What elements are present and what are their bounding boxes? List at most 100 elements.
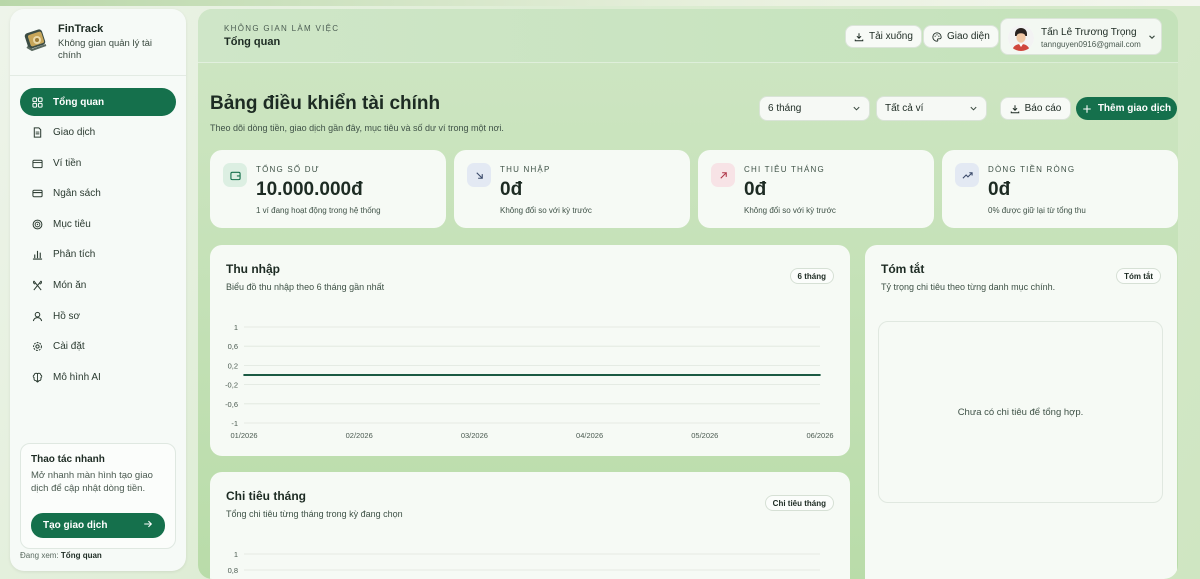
download-icon — [854, 32, 864, 41]
add-transaction-button[interactable]: Thêm giao dịch — [1076, 97, 1177, 120]
utensils-icon — [31, 280, 43, 292]
sidebar-item-label: Cài đặt — [53, 341, 85, 353]
stat-card-total-balance: TỔNG SỐ DƯ 10.000.000đ 1 ví đang hoạt độ… — [210, 150, 446, 228]
user-menu[interactable]: Tấn Lê Trương Trọng tannguyen0916@gmail.… — [1000, 18, 1162, 55]
stat-card-monthly-expense: CHI TIÊU THÁNG 0đ Không đổi so với kỳ tr… — [698, 150, 934, 228]
page-subtitle: Theo dõi dòng tiền, giao dịch gần đây, m… — [210, 123, 504, 133]
sidebar-item-budget[interactable]: Ngân sách — [20, 180, 176, 208]
sidebar-item-label: Tổng quan — [53, 96, 105, 108]
download-button[interactable]: Tải xuống — [845, 25, 922, 48]
sidebar-item-analytics[interactable]: Phân tích — [20, 241, 176, 269]
brand-name: FinTrack — [58, 23, 104, 35]
avatar — [1008, 25, 1034, 51]
summary-panel-title: Tóm tắt — [881, 262, 925, 276]
stat-note: 1 ví đang hoạt động trong hệ thống — [256, 206, 381, 215]
x-tick-label: 06/2026 — [806, 431, 833, 440]
sidebar-item-ai-model[interactable]: Mô hình AI — [20, 363, 176, 391]
income-data-point — [819, 374, 821, 376]
workspace-title: Tổng quan — [224, 36, 281, 48]
y-tick-label: 0,8 — [228, 566, 238, 575]
sidebar-item-profile[interactable]: Hồ sơ — [20, 302, 176, 330]
fintrack-logo-icon — [22, 25, 50, 53]
top-header: KHÔNG GIAN LÀM VIỆC Tổng quan Tải xuống … — [198, 9, 1178, 63]
window-top-edge — [0, 0, 1200, 6]
brand-subtitle: Không gian quản lý tài chính — [58, 38, 153, 61]
expense-bar-chart: 10,8 — [228, 550, 820, 575]
current-view-value: Tổng quan — [60, 551, 102, 560]
wallet-icon — [31, 157, 43, 169]
stat-note: Không đổi so với kỳ trước — [744, 206, 836, 215]
y-tick-label: -1 — [231, 419, 238, 428]
report-button[interactable]: Báo cáo — [1000, 97, 1071, 120]
wallet-select-value: Tất cả ví — [885, 103, 924, 114]
main-content: KHÔNG GIAN LÀM VIỆC Tổng quan Tải xuống … — [198, 9, 1178, 579]
income-data-point — [243, 374, 245, 376]
trend-up-icon — [955, 163, 979, 187]
stat-label: CHI TIÊU THÁNG — [744, 165, 825, 174]
arrow-up-right-icon — [711, 163, 735, 187]
stat-card-net-cashflow: DÒNG TIỀN RÒNG 0đ 0% được giữ lại từ tổn… — [942, 150, 1178, 228]
sidebar: FinTrack Không gian quản lý tài chính Tổ… — [10, 9, 186, 571]
grid-icon — [31, 96, 43, 108]
stat-value: 10.000.000đ — [256, 179, 363, 200]
period-select[interactable]: 6 tháng — [759, 96, 870, 121]
summary-chip[interactable]: Tóm tắt — [1116, 268, 1161, 284]
summary-panel: Tóm tắt Tỷ trọng chi tiêu theo từng danh… — [865, 245, 1177, 579]
report-label: Báo cáo — [1024, 103, 1062, 114]
stat-value: 0đ — [500, 179, 523, 200]
user-name: Tấn Lê Trương Trọng — [1041, 27, 1137, 38]
bar-chart-icon — [31, 249, 43, 261]
target-icon — [31, 218, 43, 230]
income-chart-panel: Thu nhập Biểu đồ thu nhập theo 6 tháng g… — [210, 245, 850, 456]
chevron-down-icon — [853, 106, 860, 111]
brand-divider — [10, 75, 186, 76]
theme-label: Giao diện — [947, 31, 990, 42]
quick-actions-description: Mở nhanh màn hình tạo giao dịch để cập n… — [31, 470, 153, 494]
income-data-point — [358, 374, 361, 376]
y-tick-label: -0,2 — [225, 381, 238, 390]
arrow-down-right-icon — [467, 163, 491, 187]
income-line-chart: 1 0,6 0,2 -0,2 -0,6 -1 01/2026 02/2026 03/2026 04… — [225, 323, 834, 440]
sidebar-item-overview[interactable]: Tổng quan — [20, 88, 176, 116]
theme-button[interactable]: Giao diện — [923, 25, 999, 48]
x-tick-label: 03/2026 — [461, 431, 488, 440]
wallet-select[interactable]: Tất cả ví — [876, 96, 987, 121]
sidebar-item-label: Mục tiêu — [53, 218, 91, 230]
income-data-point — [473, 374, 476, 376]
y-tick-label: -0,6 — [225, 400, 238, 409]
sidebar-item-label: Ngân sách — [53, 188, 101, 200]
sidebar-item-label: Ví tiền — [53, 157, 82, 169]
document-icon — [31, 127, 43, 139]
income-data-point — [588, 374, 591, 376]
sidebar-item-goals[interactable]: Mục tiêu — [20, 210, 176, 238]
create-transaction-button[interactable]: Tạo giao dịch — [31, 513, 165, 538]
stat-card-income: THU NHẬP 0đ Không đổi so với kỳ trước — [454, 150, 690, 228]
sidebar-item-transactions[interactable]: Giao dịch — [20, 119, 176, 147]
y-tick-label: 1 — [234, 323, 238, 332]
sidebar-item-wallets[interactable]: Ví tiền — [20, 149, 176, 177]
wallet-icon — [223, 163, 247, 187]
sidebar-item-food[interactable]: Món ăn — [20, 272, 176, 300]
sidebar-item-label: Hồ sơ — [53, 310, 81, 322]
x-tick-label: 04/2026 — [576, 431, 603, 440]
arrow-right-icon — [143, 519, 153, 532]
sidebar-item-settings[interactable]: Cài đặt — [20, 333, 176, 361]
summary-empty-text: Chưa có chi tiêu để tổng hợp. — [957, 406, 1084, 418]
brand[interactable]: FinTrack Không gian quản lý tài chính — [22, 23, 163, 62]
y-tick-label: 0,6 — [228, 342, 238, 351]
period-select-value: 6 tháng — [768, 103, 802, 114]
card-icon — [31, 188, 43, 200]
sidebar-item-label: Món ăn — [53, 280, 87, 292]
workspace-label: KHÔNG GIAN LÀM VIỆC — [224, 24, 340, 33]
chevron-down-icon — [1149, 35, 1155, 39]
quick-actions-card: Thao tác nhanh Mở nhanh màn hình tạo gia… — [20, 443, 176, 549]
download-label: Tải xuống — [869, 31, 913, 42]
sidebar-item-label: Phân tích — [53, 249, 96, 261]
stat-label: THU NHẬP — [500, 165, 551, 174]
quick-actions-title: Thao tác nhanh — [31, 454, 105, 465]
stat-value: 0đ — [988, 179, 1011, 200]
user-email: tannguyen0916@gmail.com — [1041, 40, 1141, 49]
gear-icon — [31, 341, 43, 353]
user-icon — [31, 310, 43, 322]
add-transaction-label: Thêm giao dịch — [1097, 103, 1172, 114]
